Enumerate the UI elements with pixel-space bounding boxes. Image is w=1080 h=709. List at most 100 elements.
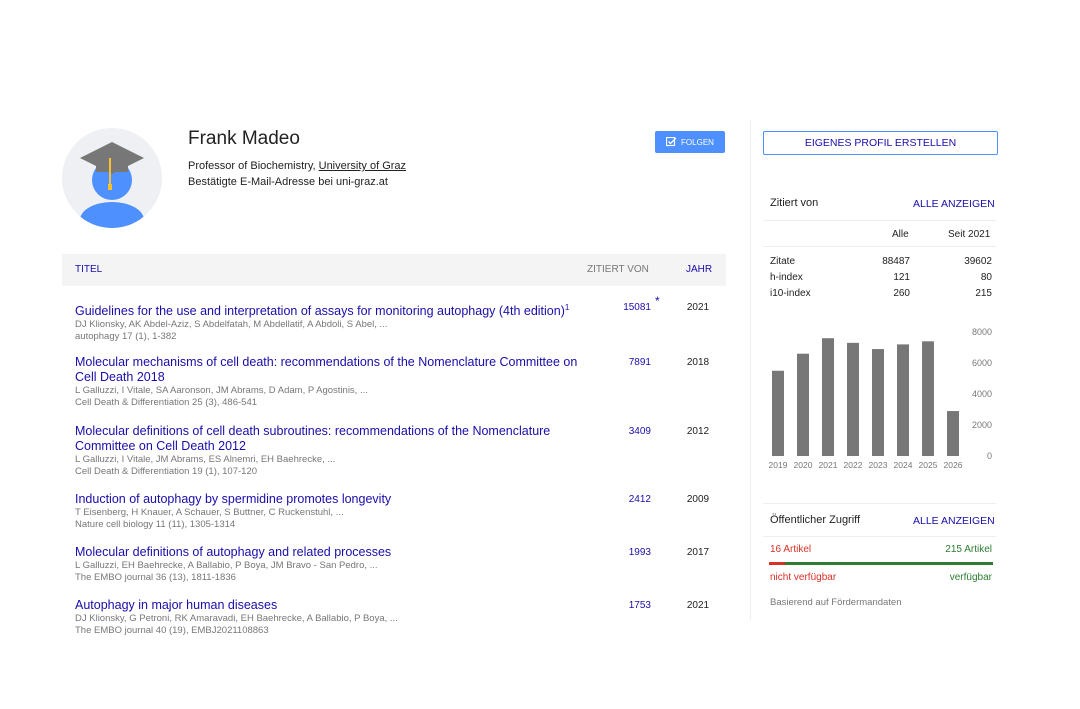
stats-citations-since: 39602	[964, 256, 992, 267]
stats-i10-index-all: 260	[893, 288, 910, 299]
citation-count[interactable]: 1993	[595, 547, 651, 558]
article-authors: T Eisenberg, H Knauer, A Schauer, S Butt…	[75, 507, 344, 518]
merged-citation-star[interactable]: *	[655, 294, 660, 308]
article-title[interactable]: Molecular definitions of autophagy and r…	[75, 545, 580, 560]
article-title[interactable]: Induction of autophagy by spermidine pro…	[75, 492, 580, 507]
stats-h-index-since: 80	[980, 272, 992, 283]
article-journal: autophagy 17 (1), 1-382	[75, 331, 177, 343]
stats-label-h-index: h-index	[770, 272, 803, 283]
article-title[interactable]: Molecular mechanisms of cell death: reco…	[75, 355, 580, 385]
cited-by-show-all-link[interactable]: ALLE ANZEIGEN	[913, 198, 995, 210]
article-authors: L Galluzzi, EH Baehrecke, A Ballabio, P …	[75, 560, 378, 571]
x-tick-label: 2020	[794, 460, 813, 470]
stats-label-citations: Zitate	[770, 256, 796, 267]
bar-2022[interactable]	[847, 342, 859, 456]
x-tick-label: 2024	[894, 460, 913, 470]
unavailable-bar-segment	[769, 562, 785, 565]
create-profile-button[interactable]: EIGENES PROFIL ERSTELLEN	[763, 131, 998, 155]
article-journal: The EMBO journal 40 (19), EMBJ2021108863	[75, 625, 269, 636]
article-title[interactable]: Molecular definitions of cell death subr…	[75, 424, 580, 454]
y-tick-label: 4000	[972, 389, 992, 399]
article-year: 2009	[686, 494, 710, 505]
column-header-cited-by: ZITIERT VON	[587, 264, 649, 275]
divider	[763, 536, 996, 537]
bar-2021[interactable]	[822, 338, 834, 456]
article-year: 2018	[686, 357, 710, 368]
table-row: Molecular definitions of autophagy and r…	[75, 545, 726, 584]
citation-count[interactable]: 3409	[595, 426, 651, 437]
table-row: Molecular definitions of cell death subr…	[75, 424, 726, 478]
article-journal: The EMBO journal 36 (13), 1811-1836	[75, 572, 236, 583]
bar-2023[interactable]	[872, 349, 884, 456]
x-tick-label: 2023	[869, 460, 888, 470]
follow-icon	[666, 137, 677, 147]
profile-affiliation: Professor of Biochemistry, University of…	[188, 160, 406, 172]
public-access-heading: Öffentlicher Zugriff	[770, 514, 861, 526]
article-year: 2021	[686, 302, 710, 313]
stats-h-index-all: 121	[893, 272, 910, 283]
table-row: Molecular mechanisms of cell death: reco…	[75, 355, 726, 409]
public-access-show-all-link[interactable]: ALLE ANZEIGEN	[913, 515, 995, 527]
article-journal: Nature cell biology 11 (11), 1305-1314	[75, 519, 236, 530]
y-tick-label: 6000	[972, 358, 992, 368]
article-journal: Cell Death & Differentiation 19 (1), 107…	[75, 466, 258, 477]
article-title-text: Guidelines for the use and interpretatio…	[75, 304, 565, 319]
follow-label: FOLGEN	[681, 137, 714, 147]
unavailable-label: nicht verfügbar	[770, 572, 837, 583]
column-header-year[interactable]: JAHR	[686, 264, 712, 275]
x-tick-label: 2019	[769, 460, 788, 470]
affiliation-link[interactable]: University of Graz	[319, 160, 406, 172]
public-access-bar	[769, 562, 993, 565]
x-tick-label: 2021	[819, 460, 838, 470]
avatar	[62, 128, 162, 228]
stats-col-since[interactable]: Seit 2021	[948, 229, 990, 240]
stats-col-all: Alle	[892, 229, 909, 240]
table-header: TITEL ZITIERT VON JAHR	[62, 254, 726, 286]
profile-name: Frank Madeo	[188, 128, 300, 149]
article-journal: Cell Death & Differentiation 25 (3), 486…	[75, 397, 258, 408]
x-tick-label: 2025	[919, 460, 938, 470]
citation-count[interactable]: 7891	[595, 357, 651, 368]
article-authors: DJ Klionsky, G Petroni, RK Amaravadi, EH…	[75, 613, 398, 624]
divider	[763, 246, 996, 247]
bar-2025[interactable]	[922, 341, 934, 456]
article-authors: L Galluzzi, I Vitale, SA Aaronson, JM Ab…	[75, 385, 368, 396]
article-year: 2012	[686, 426, 710, 437]
article-title[interactable]: Autophagy in major human diseases	[75, 598, 580, 613]
x-tick-label: 2026	[944, 460, 963, 470]
bar-2020[interactable]	[797, 353, 809, 456]
y-tick-label: 8000	[972, 327, 992, 337]
bar-2026[interactable]	[947, 411, 959, 456]
citation-count[interactable]: 1753	[595, 600, 651, 611]
graduate-avatar-icon	[80, 142, 144, 228]
unavailable-count[interactable]: 16 Artikel	[770, 544, 811, 555]
table-row: Induction of autophagy by spermidine pro…	[75, 492, 726, 531]
x-tick-label: 2022	[844, 460, 863, 470]
cited-by-heading: Zitiert von	[770, 197, 819, 209]
follow-button[interactable]: FOLGEN	[655, 131, 725, 153]
available-count[interactable]: 215 Artikel	[940, 544, 992, 555]
sidebar-divider	[750, 120, 751, 620]
article-year: 2017	[686, 547, 710, 558]
title-superscript: 1	[564, 303, 570, 312]
mandates-note: Basierend auf Fördermandaten	[770, 597, 902, 608]
stats-i10-index-since: 215	[975, 288, 992, 299]
article-authors: DJ Klionsky, AK Abdel-Aziz, S Abdelfatah…	[75, 319, 388, 331]
available-label: verfügbar	[949, 572, 992, 583]
divider	[763, 220, 996, 221]
verified-email: Bestätigte E-Mail-Adresse bei uni-graz.a…	[188, 176, 388, 188]
table-row: Guidelines for the use and interpretatio…	[75, 294, 726, 343]
stats-citations-all: 88487	[882, 256, 910, 267]
table-row: Autophagy in major human diseases DJ Kli…	[75, 598, 726, 637]
affiliation-text: Professor of Biochemistry,	[188, 160, 319, 172]
article-year: 2021	[686, 600, 710, 611]
citation-count[interactable]: 2412	[595, 494, 651, 505]
bar-2024[interactable]	[897, 344, 909, 456]
citation-count[interactable]: 15081	[595, 302, 651, 313]
article-authors: L Galluzzi, I Vitale, JM Abrams, ES Alne…	[75, 454, 336, 465]
article-title[interactable]: Guidelines for the use and interpretatio…	[75, 300, 580, 319]
bar-2019[interactable]	[772, 370, 784, 456]
column-header-title[interactable]: TITEL	[75, 264, 102, 275]
citations-per-year-chart: 2019 2020 2021 2022 2023 2024 2025 2026 8000 6000…	[769, 327, 992, 470]
stats-label-i10-index: i10-index	[770, 288, 811, 299]
